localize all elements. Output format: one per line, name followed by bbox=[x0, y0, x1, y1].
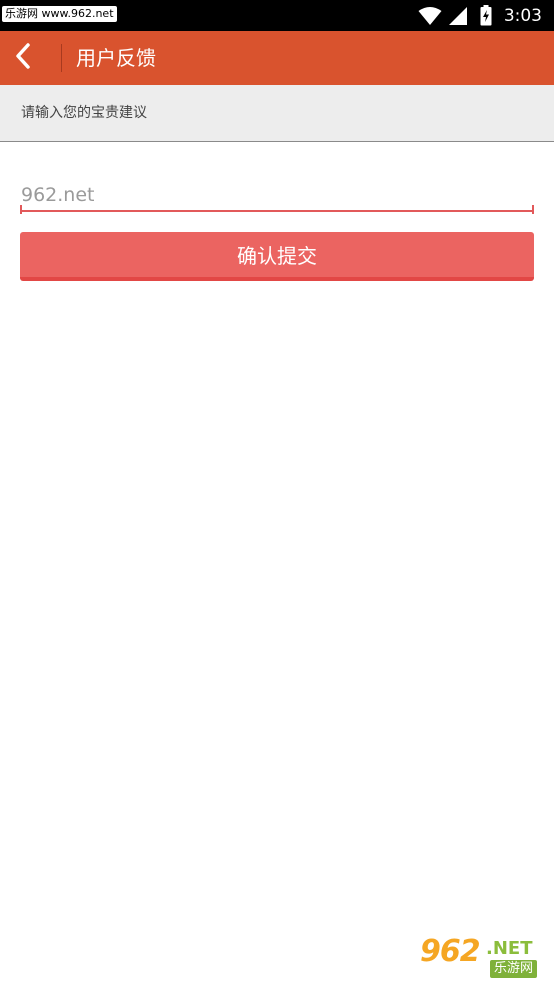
watermark-logo-chinese: 乐游网 bbox=[490, 960, 538, 978]
input-underline-tick-left bbox=[20, 205, 22, 214]
status-bar: 乐游网 www.962.net 3:03 bbox=[0, 0, 554, 31]
watermark-logo: 962 .NET 乐游网 bbox=[418, 934, 548, 982]
status-time: 3:03 bbox=[503, 5, 542, 26]
wifi-icon bbox=[418, 6, 442, 26]
back-button[interactable] bbox=[0, 31, 46, 85]
watermark-logo-suffix: .NET bbox=[486, 938, 533, 959]
submit-button[interactable]: 确认提交 bbox=[20, 232, 534, 281]
screen: 乐游网 www.962.net 3:03 用户反馈 请输入您的宝贵建议 962.… bbox=[0, 0, 554, 986]
feedback-input[interactable] bbox=[20, 180, 534, 212]
watermark-badge: 乐游网 www.962.net bbox=[2, 6, 117, 22]
battery-charging-icon bbox=[480, 5, 492, 26]
watermark-logo-number: 962 bbox=[420, 934, 481, 969]
page-title: 用户反馈 bbox=[76, 46, 156, 70]
app-bar: 用户反馈 bbox=[0, 31, 554, 85]
hint-banner: 请输入您的宝贵建议 bbox=[0, 85, 554, 142]
hint-text: 请输入您的宝贵建议 bbox=[21, 105, 147, 121]
input-underline-tick-right bbox=[532, 205, 534, 214]
chevron-left-icon bbox=[14, 42, 32, 74]
signal-icon bbox=[448, 6, 468, 26]
status-icons: 3:03 bbox=[418, 0, 542, 31]
app-bar-divider bbox=[61, 44, 62, 72]
